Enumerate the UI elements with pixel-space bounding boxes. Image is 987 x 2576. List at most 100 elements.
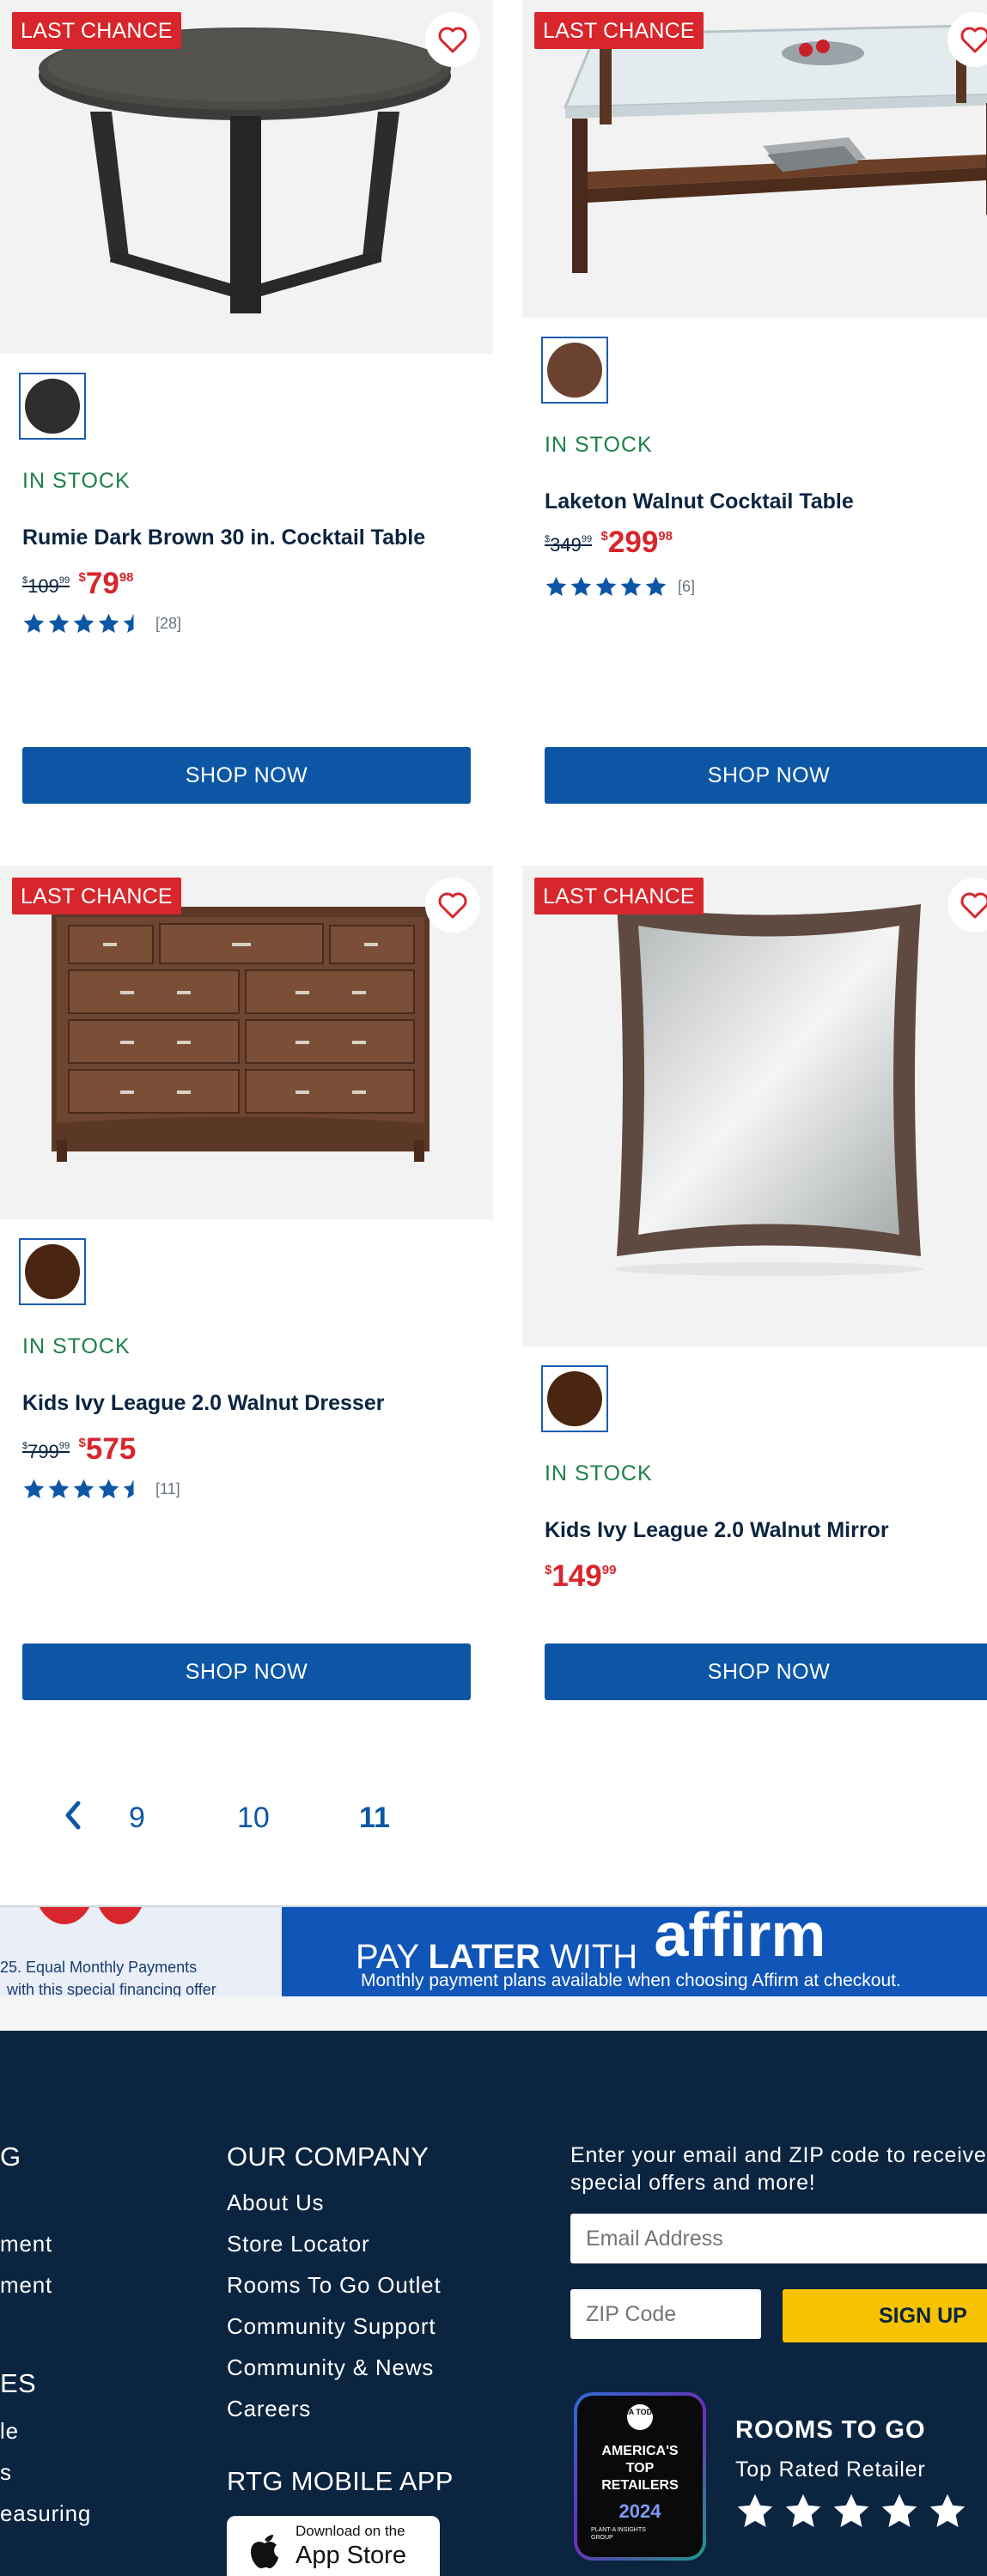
footer-link[interactable]: ment	[0, 2231, 52, 2257]
footer-link-store-locator[interactable]: Store Locator	[227, 2231, 370, 2257]
banner-circle	[94, 1907, 146, 1924]
footer-link[interactable]: easuring	[0, 2500, 91, 2527]
color-swatch[interactable]	[541, 337, 608, 404]
award-brand: ROOMS TO GO	[735, 2416, 926, 2444]
dresser-image	[52, 907, 430, 1162]
newsletter-text: Enter your email and ZIP code to receive…	[570, 2143, 987, 2195]
swatch-color	[547, 1371, 602, 1426]
rating-stars[interactable]: [28]	[22, 611, 181, 636]
banner-financing-subtext: with this special financing offer	[7, 1981, 216, 1996]
chevron-left-icon[interactable]	[62, 1798, 84, 1840]
swatch-color	[25, 379, 80, 434]
last-chance-badge: LAST CHANCE	[534, 12, 704, 49]
product-title[interactable]: Laketon Walnut Cocktail Table	[545, 489, 854, 514]
shop-now-button[interactable]: SHOP NOW	[545, 747, 987, 804]
page-link[interactable]: 9	[129, 1801, 145, 1835]
email-field[interactable]	[570, 2214, 987, 2263]
last-chance-badge: LAST CHANCE	[12, 878, 181, 914]
star-icon	[123, 1479, 144, 1498]
footer-link[interactable]: le	[0, 2418, 19, 2445]
color-swatch[interactable]	[19, 1238, 86, 1305]
star-icon	[23, 613, 45, 633]
sale-price-dollars: 575	[85, 1432, 137, 1466]
shop-now-button[interactable]: SHOP NOW	[22, 1643, 471, 1700]
product-title[interactable]: Rumie Dark Brown 30 in. Cocktail Table	[22, 526, 425, 550]
product-title[interactable]: Kids Ivy League 2.0 Walnut Mirror	[545, 1518, 889, 1543]
award-inner: USA TODAY AMERICA'S TOP RETAILERS 2024 P…	[577, 2396, 703, 2557]
price: $34999 $29998	[545, 526, 673, 568]
star-icon	[48, 613, 70, 633]
favorite-button[interactable]	[425, 12, 480, 67]
original-price-cents: 99	[581, 534, 593, 544]
product-image[interactable]	[522, 866, 987, 1346]
heart-icon	[960, 892, 987, 919]
product-title[interactable]: Kids Ivy League 2.0 Walnut Dresser	[22, 1391, 384, 1416]
affirm-banner[interactable]: 25. Equal Monthly Payments with this spe…	[0, 1907, 987, 1996]
page-link[interactable]: 10	[237, 1801, 270, 1835]
app-store-small-text: Download on the	[295, 2523, 405, 2539]
original-price-dollars: 109	[27, 575, 59, 597]
currency-symbol: $	[545, 1563, 552, 1577]
color-swatch[interactable]	[541, 1365, 608, 1432]
footer-link-careers[interactable]: Careers	[227, 2396, 311, 2422]
star-icon	[570, 576, 592, 596]
zip-code-field[interactable]	[570, 2289, 761, 2339]
award-line-2: TOP	[625, 2461, 655, 2476]
page-link-current[interactable]: 11	[359, 1801, 390, 1835]
footer-heading-our-company: OUR COMPANY	[227, 2142, 430, 2172]
footer-link[interactable]: ment	[0, 2272, 52, 2299]
pagination: 9 10 11	[0, 1795, 493, 1846]
footer-link-community-news[interactable]: Community & News	[227, 2354, 434, 2381]
banner-subtext: Monthly payment plans available when cho…	[361, 1971, 901, 1990]
rating-stars[interactable]: [11]	[22, 1476, 180, 1502]
sale-price-cents: 98	[658, 529, 673, 544]
product-image[interactable]	[0, 0, 493, 354]
original-price-cents: 99	[58, 575, 70, 586]
star-icon	[595, 576, 617, 596]
shop-now-button[interactable]: SHOP NOW	[545, 1643, 987, 1700]
star-icon	[123, 613, 144, 633]
currency-symbol: $	[78, 1436, 86, 1450]
footer-link-about-us[interactable]: About Us	[227, 2190, 324, 2216]
star-icon	[833, 2494, 869, 2527]
star-icon	[881, 2494, 917, 2527]
price: $10999 $7998	[22, 567, 134, 610]
banner-financing-text: 25. Equal Monthly Payments	[0, 1959, 198, 1976]
sale-price: $575	[79, 1432, 137, 1467]
affirm-logo: affirm	[654, 1907, 826, 1970]
heart-icon	[438, 27, 467, 53]
stock-status: IN STOCK	[545, 1461, 653, 1485]
heart-icon	[438, 892, 467, 919]
star-icon	[929, 2494, 966, 2527]
review-count: [11]	[155, 1479, 180, 1498]
original-price: $79999	[22, 1441, 70, 1463]
favorite-button[interactable]	[947, 12, 987, 67]
award-partner: PLANT-A INSIGHTS GROUP	[591, 2527, 646, 2541]
original-price-dollars: 349	[550, 534, 582, 556]
star-icon	[737, 2494, 773, 2527]
star-icon	[98, 1479, 119, 1498]
color-swatch[interactable]	[19, 373, 86, 440]
last-chance-badge: LAST CHANCE	[12, 12, 181, 49]
sale-price: $7998	[79, 567, 134, 601]
shop-now-button[interactable]: SHOP NOW	[22, 747, 471, 804]
star-icon	[545, 576, 567, 596]
footer-link-outlet[interactable]: Rooms To Go Outlet	[227, 2272, 441, 2299]
footer-link-community-support[interactable]: Community Support	[227, 2313, 436, 2340]
review-count: [6]	[678, 577, 696, 595]
favorite-button[interactable]	[425, 878, 480, 933]
app-store-button[interactable]: Download on the App Store	[227, 2516, 440, 2576]
product-image[interactable]	[0, 866, 493, 1219]
award-subtitle: Top Rated Retailer	[735, 2458, 926, 2482]
footer-link[interactable]: s	[0, 2459, 12, 2486]
star-icon	[73, 1479, 94, 1498]
award-line-3: RETAILERS	[601, 2478, 679, 2493]
favorite-button[interactable]	[947, 878, 987, 933]
sale-price-dollars: 79	[85, 567, 119, 600]
currency-symbol: $	[600, 529, 608, 544]
heart-icon	[960, 27, 987, 53]
sale-price-dollars: 149	[551, 1559, 602, 1593]
rating-stars[interactable]: [6]	[545, 574, 695, 599]
sign-up-button[interactable]: SIGN UP	[783, 2289, 987, 2342]
original-price: $34999	[545, 534, 592, 556]
